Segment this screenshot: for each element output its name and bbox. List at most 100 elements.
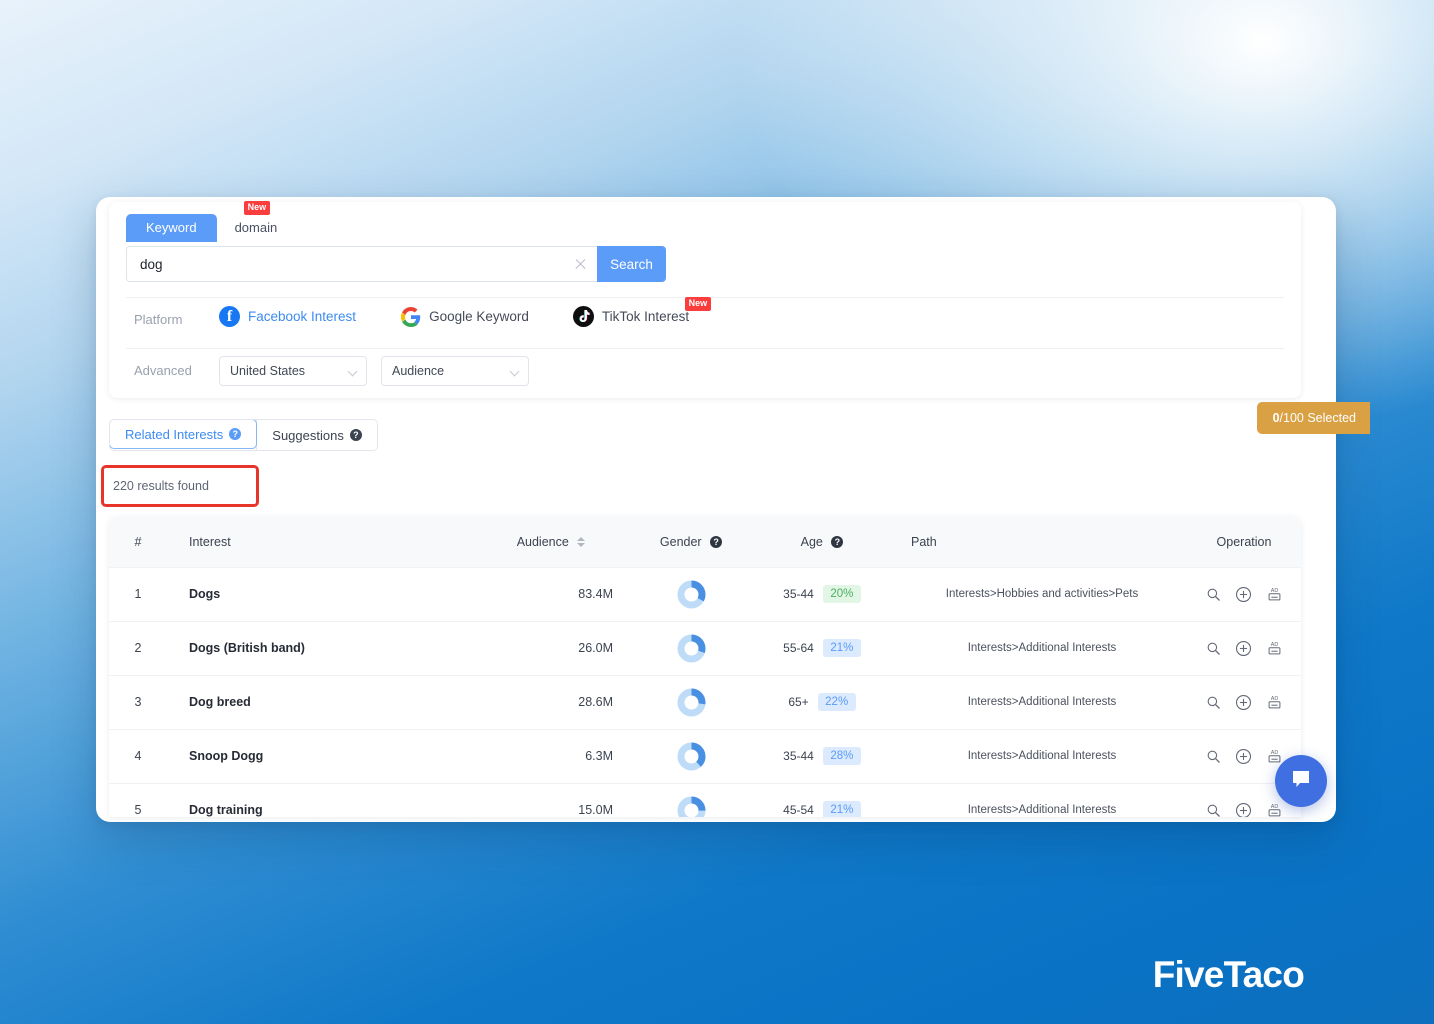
new-badge: New xyxy=(684,297,712,311)
platform-option-facebook-label: Facebook Interest xyxy=(248,309,357,324)
ad-icon[interactable]: AD xyxy=(1266,640,1283,657)
results-table: # Interest Audience Gender ? Age ? Path … xyxy=(109,517,1301,817)
tab-related-interests[interactable]: Related Interests ? xyxy=(109,420,258,449)
new-badge: New xyxy=(243,201,271,215)
interest-name: Snoop Dogg xyxy=(189,749,264,763)
age-percent-badge: 22% xyxy=(817,693,856,711)
audience-select-value: Audience xyxy=(392,364,445,378)
close-icon[interactable] xyxy=(573,257,588,272)
cell-path: Interests>Additional Interests xyxy=(967,750,1117,762)
col-header-age: Age ? xyxy=(747,517,897,567)
selected-count: 0 xyxy=(1272,411,1280,425)
ad-icon[interactable]: AD xyxy=(1266,586,1283,603)
sort-icon[interactable] xyxy=(577,537,586,548)
facebook-icon: f xyxy=(219,306,240,327)
cell-gender xyxy=(635,621,747,675)
advanced-filters: United States Audience xyxy=(219,356,529,386)
advanced-label: Advanced xyxy=(134,363,192,378)
app-card: 0/100 Selected Keyword New domain Search xyxy=(96,197,1370,822)
search-icon[interactable] xyxy=(1206,641,1221,656)
table-row[interactable]: 3 Dog breed 28.6M 65+ 22% Interests>Additiona… xyxy=(109,675,1301,729)
tab-domain-label: domain xyxy=(234,220,278,235)
tab-domain[interactable]: New domain xyxy=(217,201,296,242)
gender-donut-chart xyxy=(675,796,708,817)
cell-operation: AD xyxy=(1187,567,1301,621)
gender-donut-chart xyxy=(675,688,708,716)
question-icon[interactable]: ? xyxy=(710,536,723,549)
table-header-row: # Interest Audience Gender ? Age ? Path … xyxy=(109,517,1301,567)
divider xyxy=(126,348,1284,349)
plus-circle-icon[interactable] xyxy=(1235,640,1252,657)
cell-audience: 83.4M xyxy=(578,587,613,601)
cell-audience: 15.0M xyxy=(578,803,613,817)
table-row[interactable]: 5 Dog training 15.0M 45-54 21% Interests>Addi… xyxy=(109,783,1301,817)
cell-path: Interests>Additional Interests xyxy=(967,804,1117,817)
gender-donut-chart xyxy=(675,580,708,608)
chat-widget-button[interactable] xyxy=(1275,755,1327,807)
search-icon[interactable] xyxy=(1206,695,1221,710)
cell-audience: 26.0M xyxy=(578,641,613,655)
col-header-audience-label: Audience xyxy=(516,534,569,549)
col-header-age-label: Age xyxy=(800,534,823,549)
google-icon xyxy=(400,306,421,327)
platform-option-tiktok-label: TikTok Interest xyxy=(601,309,690,324)
col-header-audience[interactable]: Audience xyxy=(467,517,635,567)
plus-circle-icon[interactable] xyxy=(1235,694,1252,711)
result-tabs: Related Interests ? Suggestions ? xyxy=(109,419,378,451)
age-percent-badge: 21% xyxy=(822,639,861,657)
cell-age: 65+ 22% xyxy=(747,675,897,729)
cell-interest: Dog breed xyxy=(167,675,467,729)
table-row[interactable]: 2 Dogs (British band) 26.0M 55-64 21% Interes… xyxy=(109,621,1301,675)
interest-name: Dogs xyxy=(189,587,221,601)
table-row[interactable]: 1 Dogs 83.4M 35-44 20% Interests>Hobbies and … xyxy=(109,567,1301,621)
platform-label: Platform xyxy=(134,312,183,327)
question-icon[interactable]: ? xyxy=(349,429,362,441)
ad-icon[interactable]: AD xyxy=(1266,802,1283,817)
audience-select[interactable]: Audience xyxy=(381,356,529,386)
plus-circle-icon[interactable] xyxy=(1235,802,1252,817)
ad-icon[interactable]: AD xyxy=(1266,694,1283,711)
cell-index: 1 xyxy=(134,587,142,601)
search-input[interactable] xyxy=(127,247,597,281)
question-icon[interactable]: ? xyxy=(229,428,242,440)
tab-keyword[interactable]: Keyword xyxy=(126,214,217,242)
cell-path: Interests>Hobbies and activities>Pets xyxy=(945,588,1139,600)
results-count-label: 220 results found xyxy=(113,479,209,493)
tab-keyword-label: Keyword xyxy=(146,220,197,235)
search-bar: Search xyxy=(126,246,666,282)
question-icon[interactable]: ? xyxy=(831,536,844,549)
platform-option-facebook[interactable]: f Facebook Interest xyxy=(219,306,356,327)
cell-path: Interests>Additional Interests xyxy=(967,642,1117,654)
search-button[interactable]: Search xyxy=(597,246,666,282)
tab-suggestions[interactable]: Suggestions ? xyxy=(256,420,377,450)
col-header-operation: Operation xyxy=(1216,534,1272,549)
chevron-down-icon xyxy=(509,366,520,377)
ad-icon[interactable]: AD xyxy=(1266,748,1283,765)
age-range: 35-44 xyxy=(783,587,814,601)
cell-index: 3 xyxy=(134,695,142,709)
country-select[interactable]: United States xyxy=(219,356,367,386)
cell-gender xyxy=(635,675,747,729)
search-input-wrap xyxy=(126,246,597,282)
search-icon[interactable] xyxy=(1206,803,1221,817)
col-header-path: Path xyxy=(911,534,937,549)
cell-gender xyxy=(635,567,747,621)
table-row[interactable]: 4 Snoop Dogg 6.3M 35-44 28% Interests>Additio… xyxy=(109,729,1301,783)
platform-option-tiktok[interactable]: TikTok Interest New xyxy=(572,297,712,327)
cell-index: 2 xyxy=(134,641,142,655)
cell-interest: Dog training xyxy=(167,783,467,817)
plus-circle-icon[interactable] xyxy=(1235,748,1252,765)
plus-circle-icon[interactable] xyxy=(1235,586,1252,603)
search-icon[interactable] xyxy=(1206,587,1221,602)
cell-audience: 28.6M xyxy=(578,695,613,709)
selected-count-badge: 0/100 Selected xyxy=(1256,402,1370,434)
gender-donut-chart xyxy=(675,742,708,770)
cell-path: Interests>Additional Interests xyxy=(967,696,1117,708)
tab-related-interests-label: Related Interests xyxy=(125,426,224,442)
col-header-gender-label: Gender xyxy=(659,534,702,549)
platform-option-google[interactable]: Google Keyword xyxy=(400,306,529,327)
search-icon[interactable] xyxy=(1206,749,1221,764)
table-head: # Interest Audience Gender ? Age ? Path … xyxy=(109,517,1301,567)
results-count-box: 220 results found xyxy=(101,465,259,507)
chevron-down-icon xyxy=(347,366,358,377)
